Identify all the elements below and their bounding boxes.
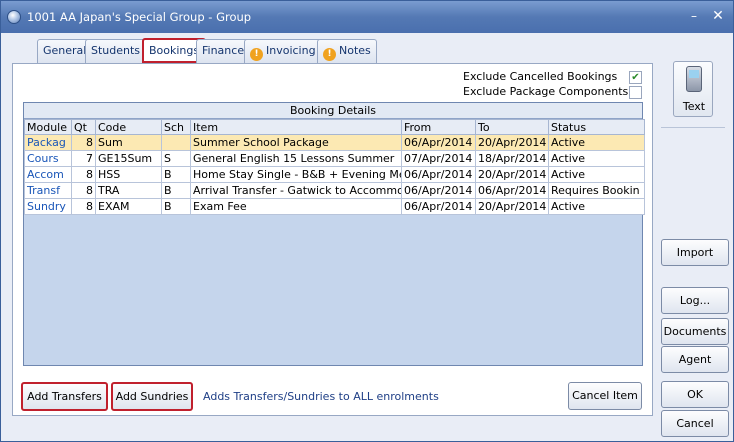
code-cell: TRA [95, 182, 162, 199]
ok-button[interactable]: OK [661, 381, 729, 408]
tab-label: Invoicing [266, 44, 316, 57]
item-cell: Exam Fee [190, 198, 402, 215]
import-button[interactable]: Import [661, 239, 729, 266]
qty-cell: 8 [71, 182, 96, 199]
exclude-package-checkbox[interactable] [629, 86, 642, 99]
item-cell: Home Stay Single - B&B + Evening Meal [190, 166, 402, 183]
status-cell: Requires Bookin [548, 182, 645, 199]
column-header[interactable]: Sch [161, 119, 191, 135]
column-header[interactable]: Qt [71, 119, 96, 135]
booking-details-grid[interactable]: Booking Details Module Qt Code Sch Item … [23, 102, 645, 366]
sch-cell [161, 134, 191, 151]
from-cell: 06/Apr/2014 [401, 182, 476, 199]
add-sundries-button[interactable]: Add Sundries [111, 382, 193, 411]
item-cell: General English 15 Lessons Summer [190, 150, 402, 167]
sch-cell: B [161, 198, 191, 215]
column-header[interactable]: Status [548, 119, 645, 135]
from-cell: 06/Apr/2014 [401, 134, 476, 151]
sch-cell: S [161, 150, 191, 167]
text-button[interactable]: Text [673, 61, 713, 117]
table-row[interactable]: Sundry 8 EXAM B Exam Fee 06/Apr/2014 20/… [24, 198, 645, 215]
exclude-cancelled-checkbox[interactable]: ✔ [629, 71, 642, 84]
module-cell[interactable]: Sundry [24, 198, 72, 215]
code-cell: Sum [95, 134, 162, 151]
from-cell: 06/Apr/2014 [401, 198, 476, 215]
code-cell: HSS [95, 166, 162, 183]
to-cell: 18/Apr/2014 [475, 150, 549, 167]
column-header[interactable]: Item [190, 119, 402, 135]
column-header[interactable]: From [401, 119, 476, 135]
table-row[interactable]: Cours 7 GE15Sum S General English 15 Les… [24, 150, 645, 167]
qty-cell: 8 [71, 198, 96, 215]
table-row[interactable]: Packag 8 Sum Summer School Package 06/Ap… [24, 134, 645, 151]
app-globe-icon [7, 10, 21, 24]
qty-cell: 7 [71, 150, 96, 167]
table-header-row: Module Qt Code Sch Item From To Status [24, 119, 645, 135]
tab-invoicing[interactable]: ! Invoicing [244, 39, 322, 63]
module-cell[interactable]: Transf [24, 182, 72, 199]
to-cell: 20/Apr/2014 [475, 134, 549, 151]
sch-cell: B [161, 166, 191, 183]
cancel-item-button[interactable]: Cancel Item [568, 382, 642, 410]
status-cell: Active [548, 134, 645, 151]
from-cell: 07/Apr/2014 [401, 150, 476, 167]
to-cell: 06/Apr/2014 [475, 182, 549, 199]
module-cell[interactable]: Packag [24, 134, 72, 151]
to-cell: 20/Apr/2014 [475, 198, 549, 215]
exclude-package-label: Exclude Package Components [463, 85, 629, 98]
item-cell: Arrival Transfer - Gatwick to Accommoda [190, 182, 402, 199]
tab-notes[interactable]: ! Notes [317, 39, 377, 63]
warning-icon: ! [323, 48, 336, 61]
group-window: 1001 AA Japan's Special Group - Group – … [0, 0, 734, 442]
tab-finance[interactable]: Finance [196, 39, 251, 63]
close-button[interactable]: ✕ [709, 7, 727, 25]
table-row[interactable]: Transf 8 TRA B Arrival Transfer - Gatwic… [24, 182, 645, 199]
grid-title: Booking Details [24, 103, 642, 119]
minimize-button[interactable]: – [685, 7, 703, 25]
log-button[interactable]: Log... [661, 287, 729, 314]
column-header[interactable]: Code [95, 119, 162, 135]
warning-icon: ! [250, 48, 263, 61]
tab-label: Bookings [149, 44, 200, 57]
window-title: 1001 AA Japan's Special Group - Group [27, 10, 252, 24]
tab-label: Students [91, 44, 141, 57]
status-cell: Active [548, 150, 645, 167]
module-cell[interactable]: Accom [24, 166, 72, 183]
tab-label: Notes [339, 44, 371, 57]
code-cell: EXAM [95, 198, 162, 215]
column-header[interactable]: Module [24, 119, 72, 135]
qty-cell: 8 [71, 166, 96, 183]
tab-label: General [43, 44, 87, 57]
documents-button[interactable]: Documents [661, 318, 729, 345]
from-cell: 06/Apr/2014 [401, 166, 476, 183]
bookings-panel: Exclude Cancelled Bookings ✔ Exclude Pac… [12, 63, 653, 416]
code-cell: GE15Sum [95, 150, 162, 167]
qty-cell: 8 [71, 134, 96, 151]
tab-students[interactable]: Students [85, 39, 147, 63]
module-cell[interactable]: Cours [24, 150, 72, 167]
to-cell: 20/Apr/2014 [475, 166, 549, 183]
phone-icon [686, 66, 702, 92]
status-cell: Active [548, 166, 645, 183]
sch-cell: B [161, 182, 191, 199]
side-divider [661, 127, 725, 128]
tab-label: Finance [202, 44, 245, 57]
cancel-button[interactable]: Cancel [661, 410, 729, 437]
booking-table: Module Qt Code Sch Item From To Status P… [24, 119, 645, 215]
add-note-text: Adds Transfers/Sundries to ALL enrolment… [203, 390, 439, 403]
title-bar[interactable]: 1001 AA Japan's Special Group - Group – … [1, 1, 733, 33]
column-header[interactable]: To [475, 119, 549, 135]
text-button-label: Text [682, 100, 706, 113]
agent-button[interactable]: Agent [661, 346, 729, 373]
status-cell: Active [548, 198, 645, 215]
add-transfers-button[interactable]: Add Transfers [21, 382, 108, 411]
table-row[interactable]: Accom 8 HSS B Home Stay Single - B&B + E… [24, 166, 645, 183]
exclude-cancelled-label: Exclude Cancelled Bookings [463, 70, 618, 83]
item-cell: Summer School Package [190, 134, 402, 151]
